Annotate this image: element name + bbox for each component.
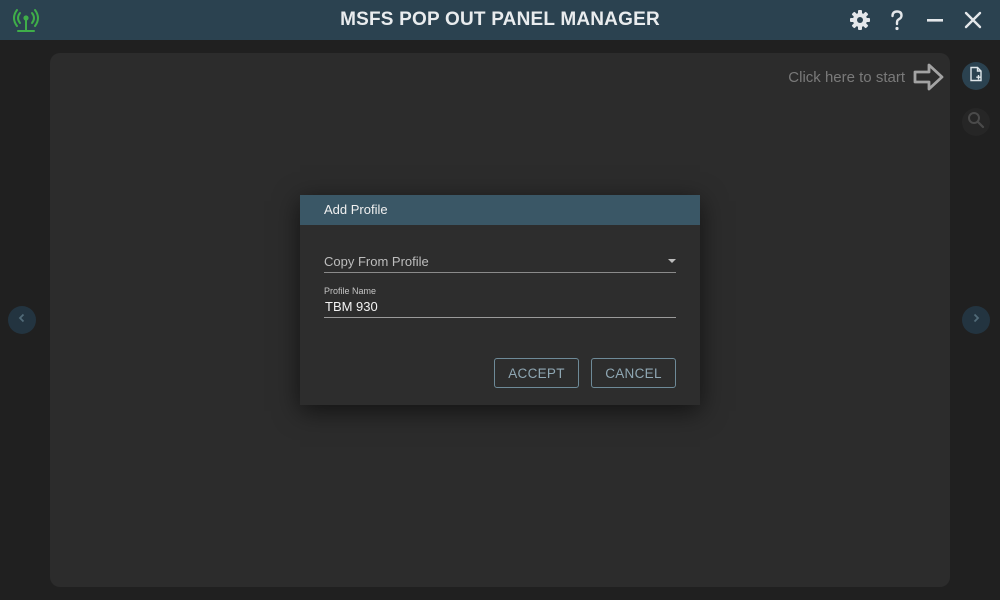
chevron-left-icon [16,311,28,329]
antenna-icon [12,8,40,34]
add-profile-button[interactable] [962,62,990,90]
cancel-button[interactable]: CANCEL [591,358,676,388]
copy-from-profile-label: Copy From Profile [324,254,429,269]
profile-name-input[interactable] [324,297,676,315]
copy-from-profile-select[interactable]: Copy From Profile [324,253,676,273]
minimize-icon[interactable] [922,7,948,33]
chevron-right-icon [970,311,982,329]
profile-name-field: Profile Name [324,286,676,318]
add-profile-dialog: Add Profile Copy From Profile Profile Na… [300,195,700,405]
arrow-right-icon [912,60,946,94]
question-icon[interactable] [884,7,910,33]
title-bar: MSFS POP OUT PANEL MANAGER [0,0,1000,40]
dialog-title: Add Profile [300,195,700,225]
close-icon[interactable] [960,7,986,33]
previous-button[interactable] [8,306,36,334]
caret-down-icon [668,259,676,263]
next-button[interactable] [962,306,990,334]
file-plus-icon [968,66,984,87]
start-hint: Click here to start [788,69,905,86]
search-button[interactable] [962,108,990,136]
accept-button[interactable]: ACCEPT [494,358,579,388]
profile-name-label: Profile Name [324,286,377,296]
search-icon [967,111,985,134]
gear-icon[interactable] [847,7,873,33]
